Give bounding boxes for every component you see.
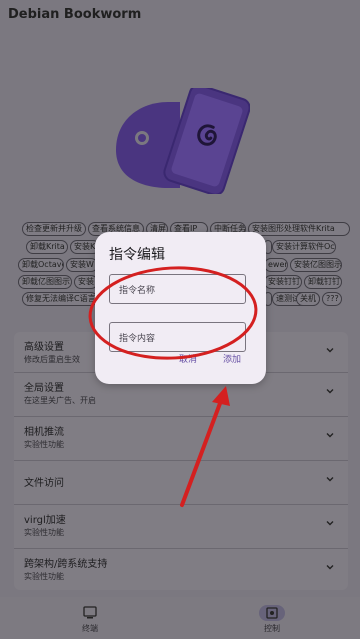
terminal-icon bbox=[77, 605, 103, 621]
chevron-down-icon bbox=[326, 565, 334, 570]
chip[interactable]: 安装计算软件Octave bbox=[272, 240, 336, 254]
app-bar: Debian Bookworm bbox=[0, 0, 360, 32]
setting-subtitle: 实验性功能 bbox=[24, 572, 64, 581]
setting-title: 相机推流 bbox=[24, 427, 64, 438]
setting-file-access[interactable]: 文件访问 bbox=[14, 460, 348, 498]
control-icon bbox=[259, 605, 285, 621]
chip[interactable]: 检查更新并升级 bbox=[22, 222, 86, 236]
nav-label: 终端 bbox=[82, 624, 98, 633]
setting-title: 高级设置 bbox=[24, 342, 64, 353]
setting-camera-stream[interactable]: 相机推流 实验性功能 bbox=[14, 416, 348, 456]
setting-title: virgl加速 bbox=[24, 515, 66, 526]
chevron-down-icon bbox=[326, 389, 334, 394]
chip[interactable]: 卸载Octave bbox=[18, 258, 64, 272]
nav-terminal[interactable]: 终端 bbox=[60, 601, 120, 637]
chip[interactable]: 关机 bbox=[296, 292, 320, 306]
debian-logo bbox=[112, 84, 251, 196]
nav-control[interactable]: 控制 bbox=[242, 601, 302, 637]
chip[interactable]: 卸载Krita bbox=[26, 240, 68, 254]
setting-subtitle: 在这里关广告、开启 bbox=[24, 396, 96, 405]
setting-subtitle: 实验性功能 bbox=[24, 528, 64, 537]
bottom-nav: 终端 控制 bbox=[0, 597, 360, 639]
chip[interactable]: 卸载钉钉 bbox=[304, 275, 342, 289]
setting-cross-arch[interactable]: 跨架构/跨系统支持 实验性功能 bbox=[14, 548, 348, 588]
nav-label: 控制 bbox=[264, 624, 280, 633]
command-name-field[interactable]: 指令名称 bbox=[109, 274, 246, 304]
command-content-placeholder: 指令内容 bbox=[119, 334, 156, 344]
chevron-down-icon bbox=[326, 433, 334, 438]
chip[interactable]: ewer bbox=[264, 258, 288, 272]
command-edit-dialog: 指令编辑 指令名称 指令内容 取消 添加 bbox=[95, 232, 266, 384]
setting-subtitle: 实验性功能 bbox=[24, 440, 64, 449]
add-button[interactable]: 添加 bbox=[223, 352, 241, 365]
chip[interactable]: 安装亿图图示 bbox=[290, 258, 342, 272]
setting-title: 跨架构/跨系统支持 bbox=[24, 559, 108, 570]
chip[interactable]: 安装图形处理软件Krita bbox=[248, 222, 350, 236]
chip[interactable]: 卸载亿图图示 bbox=[18, 275, 72, 289]
chip[interactable]: 修复无法编译C语言 bbox=[22, 292, 98, 306]
dialog-title: 指令编辑 bbox=[109, 247, 165, 263]
chip[interactable]: 安装钉钉 bbox=[264, 275, 302, 289]
chevron-down-icon bbox=[326, 521, 334, 526]
chip[interactable]: ??? bbox=[322, 292, 342, 306]
chip[interactable]: 安装W bbox=[66, 258, 98, 272]
chevron-down-icon bbox=[326, 477, 334, 482]
command-name-placeholder: 指令名称 bbox=[119, 286, 156, 296]
cancel-button[interactable]: 取消 bbox=[179, 352, 197, 365]
app-title: Debian Bookworm bbox=[8, 7, 142, 22]
command-content-field[interactable]: 指令内容 bbox=[109, 322, 246, 352]
setting-subtitle: 修改后重启生效 bbox=[24, 355, 80, 364]
setting-virgl[interactable]: virgl加速 实验性功能 bbox=[14, 504, 348, 544]
chevron-down-icon bbox=[326, 348, 334, 353]
setting-title: 文件访问 bbox=[24, 478, 64, 489]
setting-title: 全局设置 bbox=[24, 383, 64, 394]
